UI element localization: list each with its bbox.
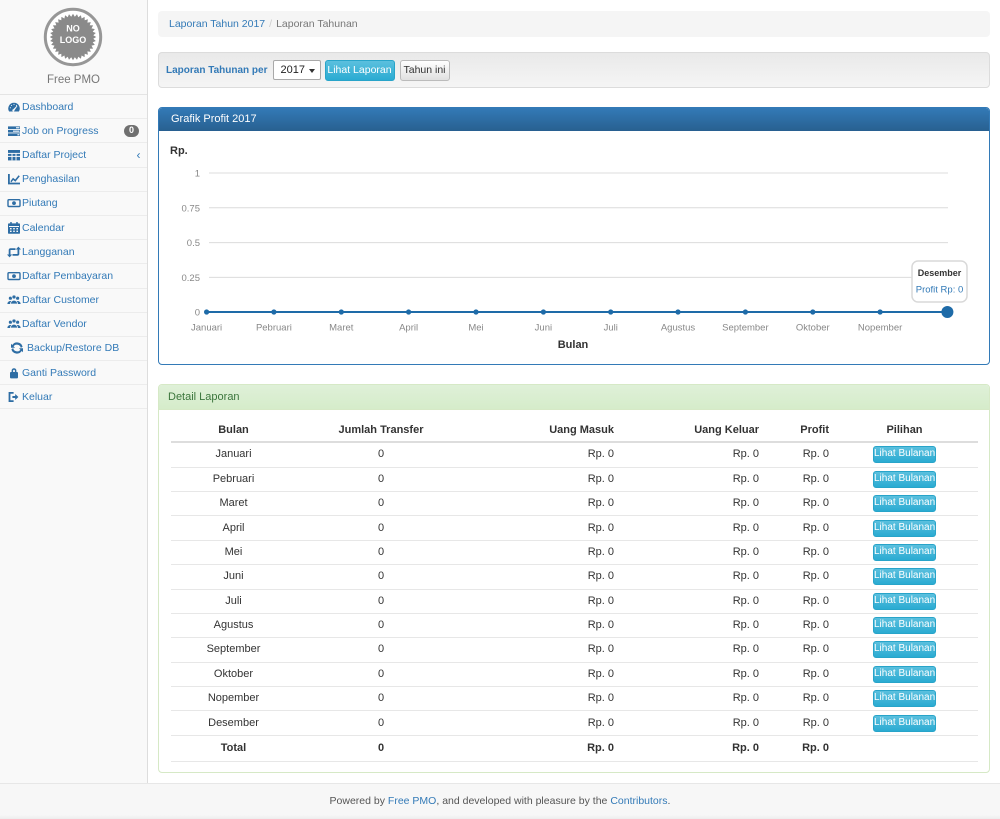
svg-text:April: April (399, 323, 418, 334)
svg-text:Bulan: Bulan (558, 339, 589, 351)
svg-text:Oktober: Oktober (796, 323, 830, 334)
svg-text:Nopember: Nopember (858, 323, 902, 334)
svg-text:Juli: Juli (604, 323, 618, 334)
svg-text:September: September (722, 323, 768, 334)
svg-text:Pebruari: Pebruari (256, 323, 292, 334)
svg-text:LOGO: LOGO (60, 35, 87, 45)
svg-text:Januari: Januari (191, 323, 222, 334)
svg-text:Maret: Maret (329, 323, 354, 334)
svg-text:Desember: Desember (918, 268, 962, 278)
svg-text:0.25: 0.25 (182, 273, 201, 284)
svg-text:Juni: Juni (535, 323, 552, 334)
svg-text:0.5: 0.5 (187, 238, 200, 249)
svg-text:Profit Rp: 0: Profit Rp: 0 (916, 285, 964, 296)
svg-text:Mei: Mei (468, 323, 483, 334)
svg-text:Agustus: Agustus (661, 323, 696, 334)
svg-text:Rp.: Rp. (170, 145, 188, 157)
svg-text:0: 0 (195, 308, 200, 319)
svg-text:NO: NO (66, 24, 80, 34)
svg-text:1: 1 (195, 169, 200, 180)
svg-text:0.75: 0.75 (182, 203, 201, 214)
